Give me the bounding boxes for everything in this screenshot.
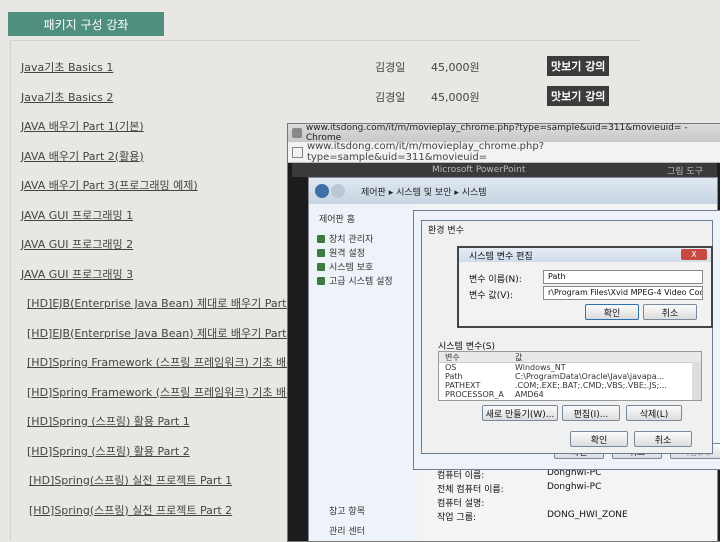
computer-info-label: 작업 그룹: bbox=[437, 513, 477, 523]
table-row: OS Windows_NT bbox=[439, 363, 691, 372]
edit-ok-button: 확인 bbox=[585, 304, 639, 320]
task-device-manager: 장치 관리자 bbox=[317, 232, 373, 245]
course-title-link[interactable]: JAVA GUI 프로그래밍 1 bbox=[21, 207, 133, 223]
edit-cancel-button: 취소 bbox=[643, 304, 697, 320]
delete-variable-button: 삭제(L) bbox=[626, 405, 682, 421]
page-icon bbox=[292, 146, 303, 158]
page-icon bbox=[292, 128, 302, 138]
edit-variable-button: 편집(I)... bbox=[562, 405, 620, 421]
course-title-link[interactable]: [HD]Spring(스프링) 실전 프로젝트 Part 1 bbox=[29, 472, 232, 488]
task-system-protection: 시스템 보호 bbox=[317, 260, 373, 273]
course-title-link[interactable]: JAVA 배우기 Part 3(프로그래밍 예제) bbox=[21, 177, 198, 193]
course-title-link[interactable]: [HD]EJB(Enterprise Java Bean) 제대로 배우기 Pa… bbox=[27, 325, 297, 341]
system-nav-bar: 제어판 ▸ 시스템 및 보안 ▸ 시스템 bbox=[309, 178, 717, 204]
breadcrumb: 제어판 ▸ 시스템 및 보안 ▸ 시스템 bbox=[361, 187, 487, 198]
col-value: 값 bbox=[515, 353, 523, 362]
shield-icon bbox=[317, 276, 325, 285]
course-title-link[interactable]: [HD]Spring (스프링) 활용 Part 2 bbox=[27, 443, 190, 459]
see-also-label: 참고 항목 bbox=[329, 507, 365, 517]
env-ok-button: 확인 bbox=[570, 431, 628, 447]
close-icon: X bbox=[681, 249, 707, 260]
course-title-link[interactable]: [HD]Spring(스프링) 실전 프로젝트 Part 2 bbox=[29, 502, 232, 518]
course-instructor: 김경일 bbox=[375, 61, 406, 74]
chrome-url-text: www.itsdong.com/it/m/movieplay_chrome.ph… bbox=[306, 141, 545, 163]
ppt-tools-label: 그림 도구 bbox=[667, 166, 703, 177]
chrome-address-bar[interactable]: www.itsdong.com/it/m/movieplay_chrome.ph… bbox=[288, 141, 720, 163]
variable-value: AMD64 bbox=[515, 390, 544, 399]
back-arrow-icon bbox=[315, 184, 329, 198]
table-row: PROCESSOR_A AMD64 bbox=[439, 390, 691, 399]
course-price: 45,000원 bbox=[431, 90, 480, 104]
edit-dialog-title: 시스템 변수 편집 bbox=[469, 251, 533, 262]
shield-icon bbox=[317, 248, 325, 257]
course-price: 45,000원 bbox=[431, 61, 480, 74]
new-variable-button: 새로 만들기(W)... bbox=[482, 405, 558, 421]
col-variable: 변수 bbox=[445, 353, 460, 362]
computer-info-label: 컴퓨터 설명: bbox=[437, 499, 485, 509]
env-cancel-button: 취소 bbox=[634, 431, 692, 447]
computer-info-value: Donghwi-PC bbox=[547, 482, 602, 492]
course-title-link[interactable]: [HD]EJB(Enterprise Java Bean) 제대로 배우기 Pa… bbox=[27, 295, 297, 311]
system-variables-table: 변수 값 OS Windows_NT Path C:\ProgramData\Orac… bbox=[438, 351, 702, 401]
variable-name: PROCESSOR_A bbox=[445, 390, 504, 399]
chrome-title-text: www.itsdong.com/it/m/movieplay_chrome.ph… bbox=[305, 123, 688, 143]
variable-value: C:\ProgramData\Oracle\Java\javapa... bbox=[515, 372, 665, 381]
variable-name: OS bbox=[445, 363, 457, 372]
package-header: 패키지 구성 강좌 bbox=[8, 12, 164, 36]
computer-info-value: DONG_HWI_ZONE bbox=[547, 510, 628, 520]
chrome-popup-window[interactable]: www.itsdong.com/it/m/movieplay_chrome.ph… bbox=[287, 123, 720, 542]
table-row: Path C:\ProgramData\Oracle\Java\javapa... bbox=[439, 372, 691, 381]
course-title-link[interactable]: Java기초 Basics 1 bbox=[21, 59, 113, 75]
preview-lecture-button[interactable]: 맛보기 강의 bbox=[547, 85, 610, 106]
system-left-pane: 제어판 홈 장치 관리자 원격 설정 시스템 보호 고급 시스템 설정 참고 항… bbox=[309, 204, 417, 541]
powerpoint-title-bar: Microsoft PowerPoint 그림 도구 bbox=[292, 163, 717, 177]
task-remote-settings: 원격 설정 bbox=[317, 246, 365, 259]
edit-dialog-title-bar: 시스템 변수 편집 X bbox=[459, 248, 711, 262]
control-panel-home: 제어판 홈 bbox=[319, 215, 355, 225]
variable-name-field: Path bbox=[543, 270, 703, 284]
video-player[interactable]: Microsoft PowerPoint 그림 도구 제어판 ▸ 시스템 및 보… bbox=[288, 163, 720, 541]
variable-name: PATHEXT bbox=[445, 381, 481, 390]
course-title-link[interactable]: Java기초 Basics 2 bbox=[21, 89, 113, 105]
course-title-link[interactable]: JAVA 배우기 Part 2(활용) bbox=[21, 148, 144, 164]
env-dialog-title: 환경 변수 bbox=[428, 226, 464, 236]
table-header: 변수 값 bbox=[439, 352, 701, 363]
preview-lecture-button[interactable]: 맛보기 강의 bbox=[547, 56, 610, 76]
course-title-link[interactable]: [HD]Spring (스프링) 활용 Part 1 bbox=[27, 413, 190, 429]
course-title-link[interactable]: JAVA GUI 프로그래밍 2 bbox=[21, 236, 133, 252]
variable-value-label: 변수 값(V): bbox=[469, 291, 513, 301]
edit-system-variable-dialog: 시스템 변수 편집 X 변수 이름(N): Path 변수 값(V): r\Pr… bbox=[457, 246, 713, 328]
computer-info-label: 전체 컴퓨터 이름: bbox=[437, 485, 504, 495]
table-row: Java기초 Basics 2 김경일 45,000원 맛보기 강의 bbox=[11, 85, 641, 107]
shield-icon bbox=[317, 234, 325, 243]
action-center-label: 관리 센터 bbox=[329, 527, 365, 537]
course-instructor: 김경일 bbox=[375, 90, 406, 104]
table-row: Java기초 Basics 1 김경일 45,000원 맛보기 강의 bbox=[11, 55, 641, 77]
system-window: 제어판 ▸ 시스템 및 보안 ▸ 시스템 제어판 홈 장치 관리자 원격 설정 … bbox=[308, 177, 720, 541]
table-row: PATHEXT .COM;.EXE;.BAT;.CMD;.VBS;.VBE;.JS… bbox=[439, 381, 691, 390]
forward-arrow-icon bbox=[331, 184, 345, 198]
course-title-link[interactable]: JAVA 배우기 Part 1(기본) bbox=[21, 118, 144, 134]
shield-icon bbox=[317, 262, 325, 271]
variable-name: Path bbox=[445, 372, 463, 381]
chrome-title-bar[interactable]: www.itsdong.com/it/m/movieplay_chrome.ph… bbox=[288, 123, 720, 143]
ppt-title: Microsoft PowerPoint bbox=[432, 165, 526, 175]
table-scrollbar bbox=[692, 362, 701, 400]
variable-name-label: 변수 이름(N): bbox=[469, 275, 522, 285]
variable-value-field: r\Program Files\Xvid MPEG-4 Video Codec bbox=[543, 286, 703, 300]
course-title-link[interactable]: JAVA GUI 프로그래밍 3 bbox=[21, 266, 133, 282]
task-advanced-settings: 고급 시스템 설정 bbox=[317, 274, 393, 287]
variable-value: Windows_NT bbox=[515, 363, 566, 372]
variable-value: .COM;.EXE;.BAT;.CMD;.VBS;.VBE;.JS;... bbox=[515, 381, 667, 390]
